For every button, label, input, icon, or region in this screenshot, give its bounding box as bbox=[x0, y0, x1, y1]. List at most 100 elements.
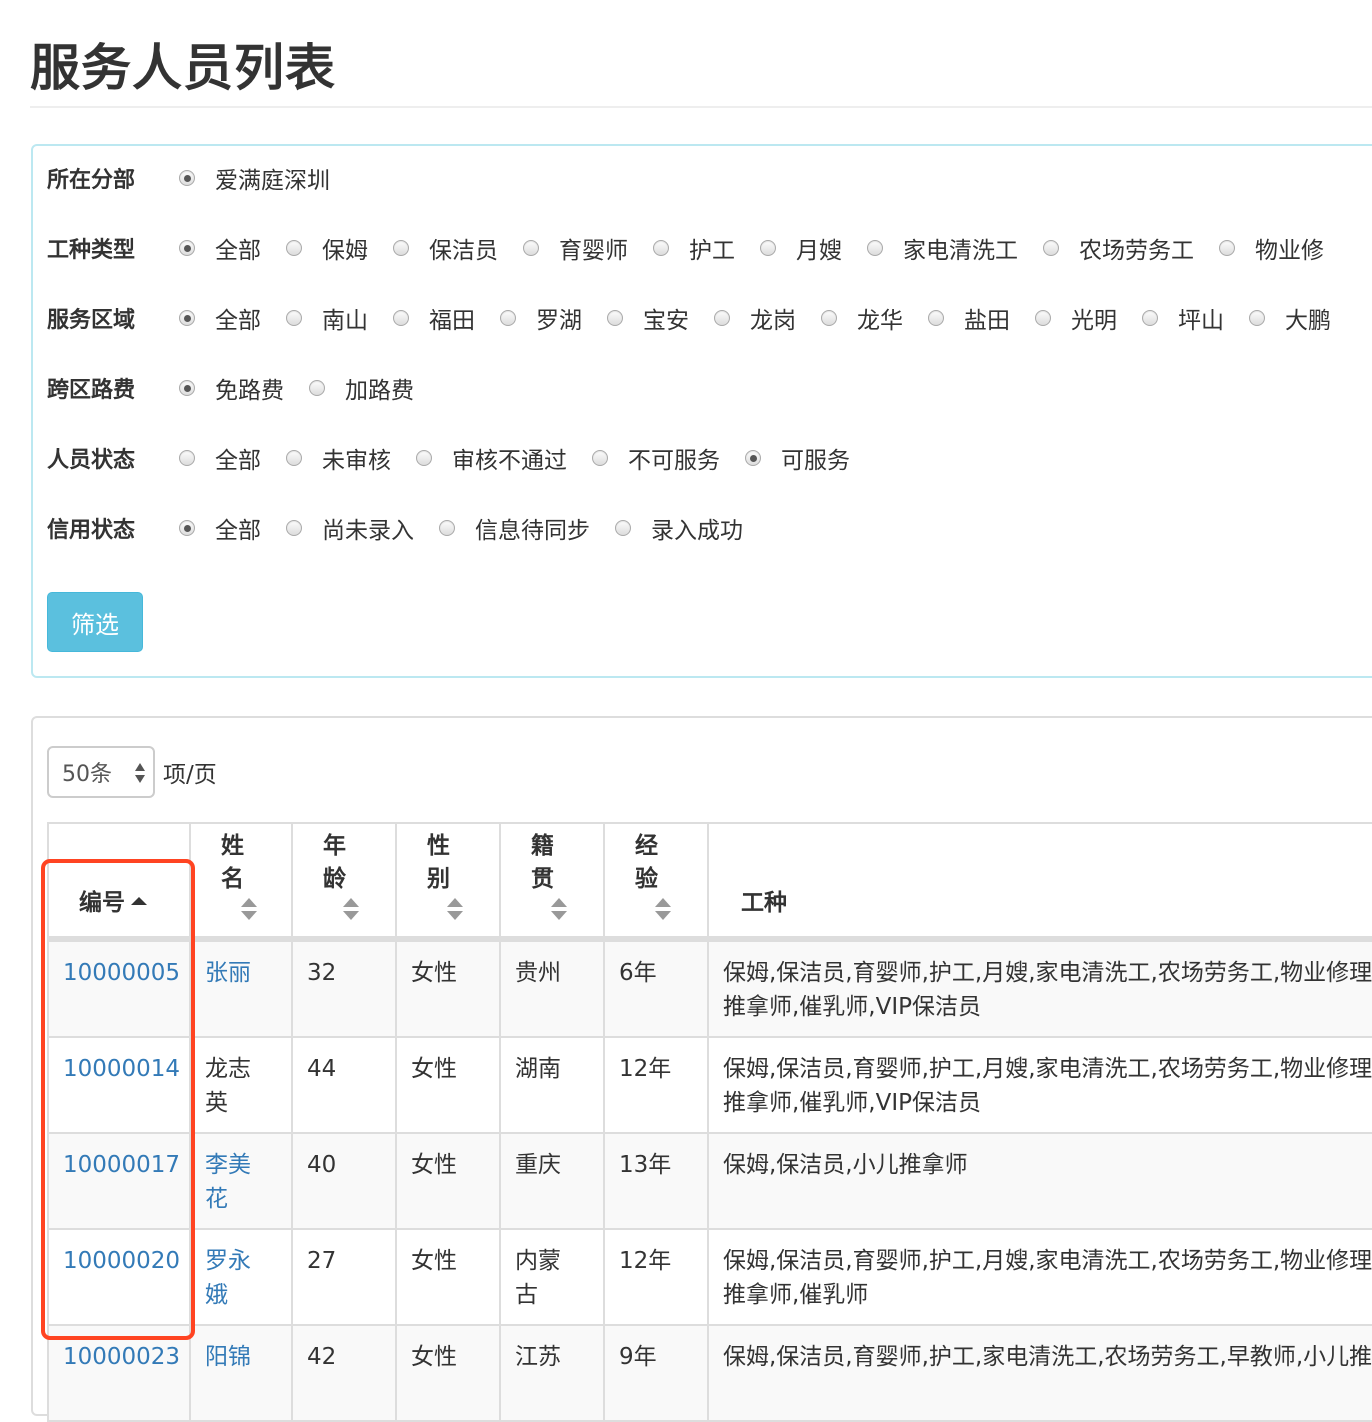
filter-radio-option[interactable]: 全部 bbox=[179, 231, 261, 265]
radio-unchecked-icon[interactable] bbox=[439, 520, 455, 536]
radio-checked-icon[interactable] bbox=[179, 380, 195, 396]
filter-radio-option[interactable]: 录入成功 bbox=[615, 511, 743, 545]
sort-both-icon[interactable] bbox=[241, 898, 257, 920]
radio-unchecked-icon[interactable] bbox=[714, 310, 730, 326]
filter-row: 人员状态 全部 未审核 审核不通过 不可服务 可服务 bbox=[47, 438, 875, 478]
filter-radio-option[interactable]: 可服务 bbox=[745, 441, 850, 475]
filter-option-label: 龙华 bbox=[857, 308, 903, 334]
filter-radio-option[interactable]: 加路费 bbox=[309, 371, 414, 405]
radio-unchecked-icon[interactable] bbox=[653, 240, 669, 256]
filter-radio-option[interactable]: 坪山 bbox=[1142, 301, 1224, 335]
filter-option-label: 录入成功 bbox=[651, 518, 743, 544]
filter-radio-option[interactable]: 大鹏 bbox=[1249, 301, 1331, 335]
filter-radio-option[interactable]: 尚未录入 bbox=[286, 511, 414, 545]
sort-both-icon[interactable] bbox=[655, 898, 671, 920]
filter-radio-option[interactable]: 爱满庭深圳 bbox=[179, 161, 330, 195]
staff-id-link[interactable]: 10000005 bbox=[63, 960, 180, 986]
filter-radio-option[interactable]: 护工 bbox=[653, 231, 735, 265]
sort-both-icon[interactable] bbox=[447, 898, 463, 920]
radio-unchecked-icon[interactable] bbox=[1043, 240, 1059, 256]
radio-unchecked-icon[interactable] bbox=[286, 240, 302, 256]
filter-radio-option[interactable]: 免路费 bbox=[179, 371, 284, 405]
radio-unchecked-icon[interactable] bbox=[416, 450, 432, 466]
radio-unchecked-icon[interactable] bbox=[928, 310, 944, 326]
filter-submit-button[interactable]: 筛选 bbox=[47, 592, 143, 652]
column-header-name[interactable]: 姓名 bbox=[189, 822, 293, 942]
filter-radio-option[interactable]: 育婴师 bbox=[523, 231, 628, 265]
cell-text: 12年 bbox=[619, 1056, 672, 1082]
filter-radio-option[interactable]: 罗湖 bbox=[500, 301, 582, 335]
filter-option-label: 不可服务 bbox=[628, 448, 720, 474]
filter-radio-option[interactable]: 全部 bbox=[179, 301, 261, 335]
radio-unchecked-icon[interactable] bbox=[607, 310, 623, 326]
sort-both-icon[interactable] bbox=[343, 898, 359, 920]
radio-unchecked-icon[interactable] bbox=[309, 380, 325, 396]
radio-unchecked-icon[interactable] bbox=[1035, 310, 1051, 326]
column-header-age[interactable]: 年龄 bbox=[291, 822, 397, 942]
staff-name-link[interactable]: 李美花 bbox=[205, 1148, 257, 1216]
radio-unchecked-icon[interactable] bbox=[393, 240, 409, 256]
filter-radio-option[interactable]: 不可服务 bbox=[592, 441, 720, 475]
staff-id-link[interactable]: 10000020 bbox=[63, 1248, 180, 1274]
filter-radio-option[interactable]: 月嫂 bbox=[760, 231, 842, 265]
radio-unchecked-icon[interactable] bbox=[1142, 310, 1158, 326]
filter-radio-option[interactable]: 未审核 bbox=[286, 441, 391, 475]
staff-name-link[interactable]: 阳锦 bbox=[205, 1340, 257, 1374]
filter-radio-option[interactable]: 信息待同步 bbox=[439, 511, 590, 545]
filter-radio-option[interactable]: 物业修 bbox=[1219, 231, 1324, 265]
radio-unchecked-icon[interactable] bbox=[500, 310, 516, 326]
radio-unchecked-icon[interactable] bbox=[286, 310, 302, 326]
page-size-select[interactable]: 50条 bbox=[47, 746, 155, 798]
radio-unchecked-icon[interactable] bbox=[760, 240, 776, 256]
radio-unchecked-icon[interactable] bbox=[592, 450, 608, 466]
filter-radio-option[interactable]: 宝安 bbox=[607, 301, 689, 335]
page-size-suffix: 项/页 bbox=[163, 762, 217, 788]
radio-unchecked-icon[interactable] bbox=[286, 450, 302, 466]
column-header-experience[interactable]: 经验 bbox=[603, 822, 709, 942]
radio-checked-icon[interactable] bbox=[179, 310, 195, 326]
radio-unchecked-icon[interactable] bbox=[867, 240, 883, 256]
staff-name-link[interactable]: 罗永娥 bbox=[205, 1244, 257, 1312]
radio-unchecked-icon[interactable] bbox=[1249, 310, 1265, 326]
radio-unchecked-icon[interactable] bbox=[821, 310, 837, 326]
filter-radio-option[interactable]: 保洁员 bbox=[393, 231, 498, 265]
filter-radio-option[interactable]: 龙华 bbox=[821, 301, 903, 335]
staff-id-link[interactable]: 10000014 bbox=[63, 1056, 180, 1082]
staff-name-link[interactable]: 张丽 bbox=[205, 956, 257, 990]
radio-checked-icon[interactable] bbox=[179, 170, 195, 186]
radio-checked-icon[interactable] bbox=[179, 240, 195, 256]
filter-label: 信用状态 bbox=[47, 518, 136, 543]
column-header-label: 年龄 bbox=[323, 833, 346, 892]
cell-age: 40 bbox=[291, 1132, 397, 1230]
radio-unchecked-icon[interactable] bbox=[1219, 240, 1235, 256]
radio-unchecked-icon[interactable] bbox=[179, 450, 195, 466]
column-header-gender[interactable]: 性别 bbox=[395, 822, 501, 942]
sort-both-icon[interactable] bbox=[551, 898, 567, 920]
filter-radio-option[interactable]: 全部 bbox=[179, 511, 261, 545]
filter-label: 工种类型 bbox=[47, 238, 136, 263]
filter-radio-option[interactable]: 保姆 bbox=[286, 231, 368, 265]
filter-radio-option[interactable]: 家电清洗工 bbox=[867, 231, 1018, 265]
radio-unchecked-icon[interactable] bbox=[523, 240, 539, 256]
filter-row: 跨区路费 免路费 加路费 bbox=[47, 368, 439, 408]
cell-age: 32 bbox=[291, 938, 397, 1038]
filter-radio-option[interactable]: 盐田 bbox=[928, 301, 1010, 335]
filter-radio-option[interactable]: 龙岗 bbox=[714, 301, 796, 335]
radio-unchecked-icon[interactable] bbox=[393, 310, 409, 326]
filter-radio-option[interactable]: 农场劳务工 bbox=[1043, 231, 1194, 265]
column-header-origin[interactable]: 籍贯 bbox=[499, 822, 605, 942]
filter-radio-option[interactable]: 南山 bbox=[286, 301, 368, 335]
column-header-id[interactable]: 编号 bbox=[47, 822, 191, 942]
filter-radio-option[interactable]: 光明 bbox=[1035, 301, 1117, 335]
radio-unchecked-icon[interactable] bbox=[286, 520, 302, 536]
filter-radio-option[interactable]: 审核不通过 bbox=[416, 441, 567, 475]
staff-id-link[interactable]: 10000023 bbox=[63, 1344, 180, 1370]
filter-radio-option[interactable]: 全部 bbox=[179, 441, 261, 475]
radio-checked-icon[interactable] bbox=[745, 450, 761, 466]
page-header: 服务人员列表 bbox=[30, 0, 1372, 108]
sort-ascending-icon[interactable] bbox=[131, 893, 147, 915]
filter-radio-option[interactable]: 福田 bbox=[393, 301, 475, 335]
radio-checked-icon[interactable] bbox=[179, 520, 195, 536]
staff-id-link[interactable]: 10000017 bbox=[63, 1152, 180, 1178]
radio-unchecked-icon[interactable] bbox=[615, 520, 631, 536]
